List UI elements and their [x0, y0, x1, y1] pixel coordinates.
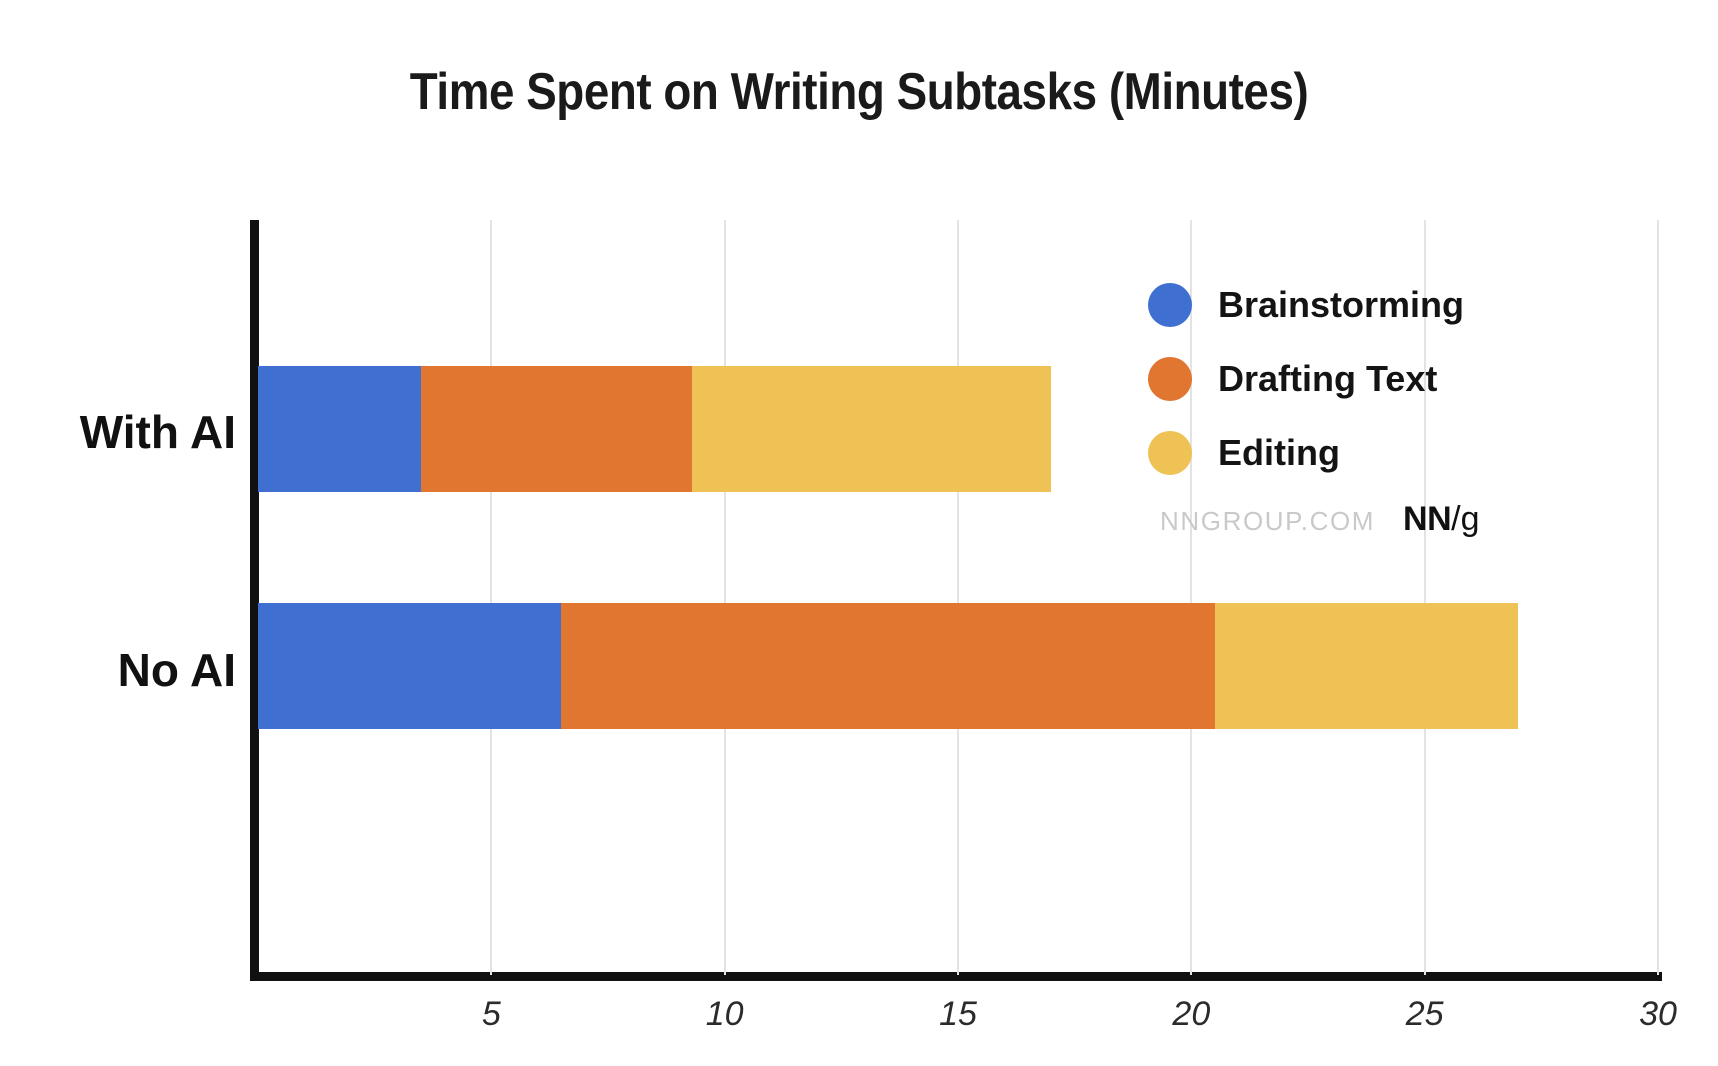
page-title: Time Spent on Writing Subtasks (Minutes): [409, 63, 1309, 121]
x-tick-label-15: 15: [939, 995, 977, 1033]
legend-label: Brainstorming: [1218, 284, 1465, 325]
bar-stack-no-ai: [258, 603, 1518, 729]
nng-logo-slash: /: [1451, 500, 1461, 538]
gridline-10: [723, 220, 726, 975]
bar-segment-brainstorming-with-ai[interactable]: [258, 366, 422, 492]
bar-segment-brainstorming-no-ai[interactable]: [258, 603, 562, 729]
bar-segment-editing-no-ai[interactable]: [1214, 603, 1518, 729]
legend: Brainstorming Drafting Text Editing: [1148, 268, 1508, 490]
circle-swatch-icon: [1148, 357, 1192, 401]
x-tick-label-5: 5: [481, 995, 501, 1033]
nng-logo: NN/g: [1403, 500, 1479, 539]
category-label-with-ai: With AI: [79, 406, 236, 458]
category-label-no-ai: No AI: [117, 644, 236, 696]
nng-logo-nn: NN: [1403, 500, 1452, 538]
x-tick-label-10: 10: [705, 995, 744, 1033]
bar-segment-editing-with-ai[interactable]: [691, 366, 1052, 492]
legend-item-drafting-text[interactable]: Drafting Text: [1148, 342, 1508, 416]
legend-label: Drafting Text: [1218, 358, 1438, 399]
gridline-30: [1657, 220, 1659, 975]
circle-swatch-icon: [1148, 283, 1192, 327]
bar-segment-drafting-text-no-ai[interactable]: [561, 603, 1215, 729]
circle-swatch-icon: [1148, 431, 1192, 475]
x-tick-label-20: 20: [1172, 995, 1211, 1033]
nng-logo-g: g: [1460, 500, 1480, 538]
gridline-15: [957, 220, 959, 975]
legend-label: Editing: [1218, 432, 1340, 473]
x-tick-label-25: 25: [1405, 995, 1444, 1033]
x-tick-label-30: 30: [1639, 995, 1677, 1033]
legend-item-brainstorming[interactable]: Brainstorming: [1148, 268, 1508, 342]
watermark: NNGROUP.COM NN/g: [1160, 500, 1480, 539]
watermark-site-text: NNGROUP.COM: [1160, 506, 1376, 536]
legend-item-editing[interactable]: Editing: [1148, 416, 1508, 490]
bar-segment-drafting-text-with-ai[interactable]: [421, 366, 692, 492]
bar-stack-with-ai: [258, 366, 1052, 492]
gridline-5: [490, 220, 493, 975]
